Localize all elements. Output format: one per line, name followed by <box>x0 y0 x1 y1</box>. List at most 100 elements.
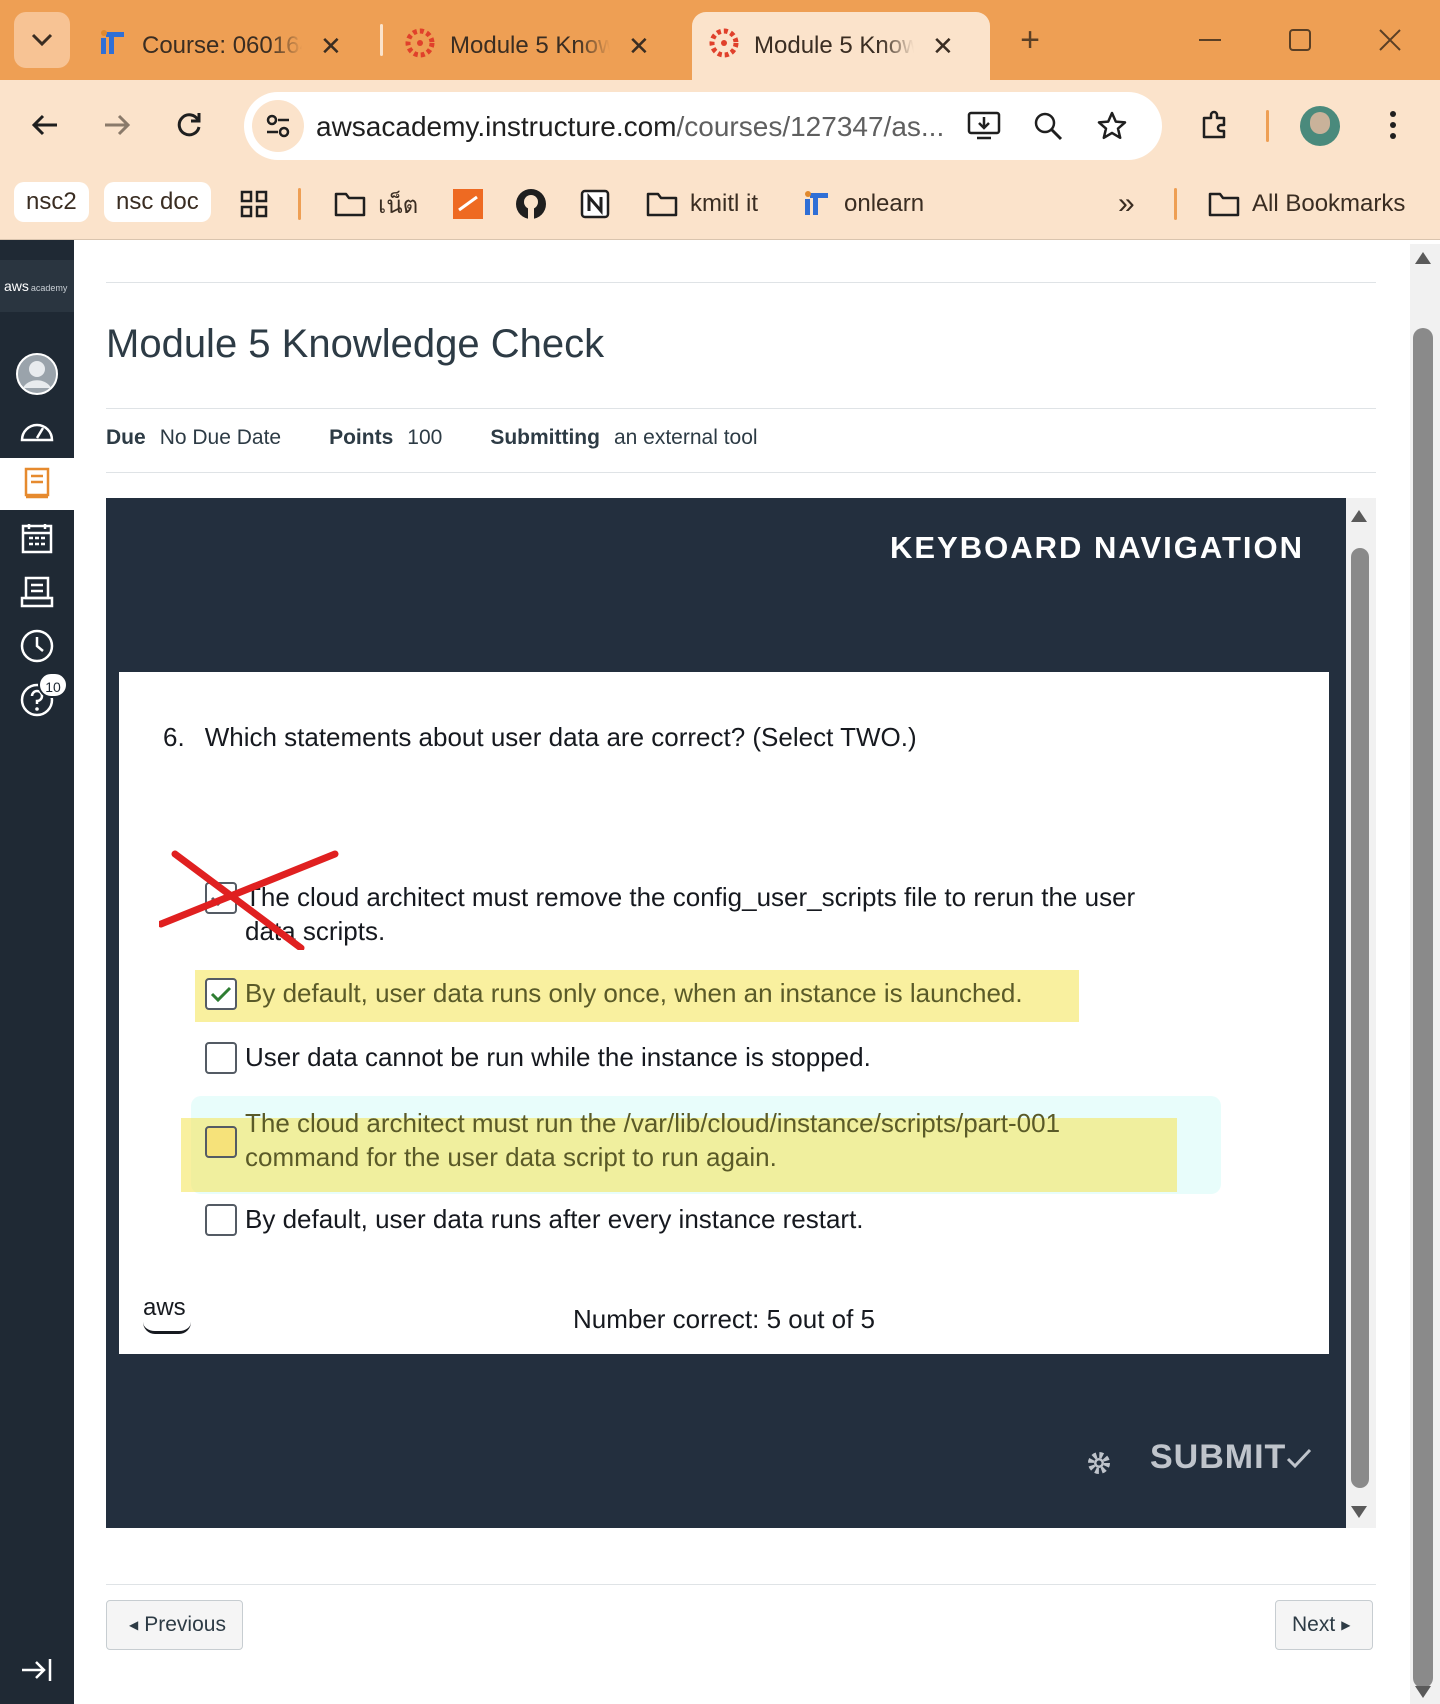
tab-divider <box>380 24 383 56</box>
keyboard-navigation-button[interactable]: KEYBOARD NAVIGATION <box>890 530 1304 566</box>
answer-option[interactable]: By default, user data runs after every i… <box>205 1202 1145 1236</box>
answer-option[interactable]: User data cannot be run while the instan… <box>205 1040 1145 1074</box>
nav-help[interactable]: 10 <box>0 672 74 726</box>
tab-title: Course: 060164 <box>142 32 302 59</box>
book-icon <box>24 467 50 499</box>
bookmark-nsc2[interactable]: nsc2 <box>14 182 89 222</box>
close-window-icon[interactable] <box>1370 20 1410 60</box>
github-icon <box>516 189 546 219</box>
profile-avatar[interactable] <box>1300 106 1340 146</box>
forward-button[interactable] <box>94 102 140 148</box>
close-icon[interactable]: ✕ <box>628 33 650 59</box>
back-button[interactable] <box>22 102 68 148</box>
nav-inbox[interactable] <box>0 566 74 618</box>
puzzle-icon <box>1202 110 1226 139</box>
bookmark-notion[interactable] <box>580 184 610 224</box>
checkbox[interactable] <box>205 1204 237 1236</box>
tab-module5-a[interactable]: Module 5 Know ✕ <box>388 12 678 80</box>
minimize-icon[interactable] <box>1190 20 1230 60</box>
it-logo-icon <box>98 28 128 65</box>
url-host: awsacademy.instructure.com <box>316 111 677 142</box>
collapse-nav-button[interactable] <box>0 1644 74 1696</box>
scroll-up-arrow-icon[interactable] <box>1415 252 1431 264</box>
bookmark-label: kmitl it <box>690 190 758 217</box>
nav-history[interactable] <box>0 620 74 672</box>
new-tab-button[interactable]: + <box>1010 20 1050 60</box>
folder-icon <box>646 192 678 217</box>
points-label: Points <box>329 426 394 449</box>
folder-icon <box>1208 192 1240 217</box>
answer-option[interactable]: By default, user data runs only once, wh… <box>205 976 1145 1010</box>
reload-icon <box>177 113 201 137</box>
question-card: 6. Which statements about user data are c… <box>119 672 1329 1354</box>
bookmark-github[interactable] <box>514 184 548 224</box>
answer-option[interactable]: The cloud architect must remove the conf… <box>205 880 1145 948</box>
bookmark-nsc-doc[interactable]: nsc doc <box>104 182 211 222</box>
points-value: 100 <box>407 426 443 449</box>
folder-icon <box>334 192 366 217</box>
submitting-value: an external tool <box>613 426 758 449</box>
next-button[interactable]: Next ▶ <box>1275 1600 1374 1650</box>
tab-search-button[interactable] <box>14 12 70 68</box>
checkbox[interactable] <box>205 1126 237 1158</box>
scroll-thumb[interactable] <box>1413 328 1433 1688</box>
tab-course[interactable]: Course: 060164 ✕ <box>82 12 372 80</box>
url-text: awsacademy.instructure.com/courses/12734… <box>316 111 956 143</box>
aws-academy-logo[interactable]: aws academy <box>0 260 74 312</box>
bookmark-folder-net[interactable]: เน็ต <box>334 184 418 224</box>
previous-button[interactable]: ◀ Previous <box>106 1600 243 1650</box>
checkbox[interactable] <box>205 978 237 1010</box>
checkbox[interactable] <box>205 1042 237 1074</box>
divider <box>106 282 1376 283</box>
extensions-button[interactable] <box>1192 102 1238 148</box>
site-info-icon[interactable] <box>252 100 304 152</box>
option-text: By default, user data runs only once, wh… <box>245 978 1023 1008</box>
option-text: User data cannot be run while the instan… <box>245 1042 871 1072</box>
scroll-thumb[interactable] <box>1351 548 1369 1488</box>
assignment-details: Due No Due Date Points 100 Submitting an ex… <box>106 426 806 456</box>
nav-account[interactable] <box>0 348 74 400</box>
install-app-icon[interactable] <box>964 106 1004 146</box>
apps-grid-icon[interactable] <box>240 184 268 224</box>
close-icon[interactable]: ✕ <box>320 33 342 59</box>
kebab-menu-icon <box>1390 111 1396 139</box>
canvas-logo-icon <box>404 27 436 66</box>
submit-button[interactable]: SUBMIT <box>1150 1438 1312 1477</box>
previous-label: Previous <box>144 1613 226 1636</box>
bookmark-label: เน็ต <box>378 191 419 219</box>
menu-button[interactable] <box>1370 102 1416 148</box>
close-icon[interactable]: ✕ <box>932 33 954 59</box>
bookmark-reg[interactable] <box>452 184 484 224</box>
external-tool-frame: KEYBOARD NAVIGATION 6. Which statements a… <box>106 498 1376 1528</box>
all-bookmarks[interactable]: All Bookmarks <box>1208 184 1405 224</box>
settings-gear-icon[interactable] <box>1086 1450 1112 1481</box>
due-value: No Due Date <box>159 426 282 449</box>
address-bar[interactable]: awsacademy.instructure.com/courses/12734… <box>244 92 1162 160</box>
check-icon <box>1287 1448 1312 1468</box>
more-bookmarks-button[interactable]: » <box>1118 184 1135 224</box>
reg-logo-icon <box>453 189 483 219</box>
nav-courses[interactable] <box>0 458 74 510</box>
option-text: The cloud architect must run the /var/li… <box>245 1108 1061 1172</box>
answer-option[interactable]: The cloud architect must run the /var/li… <box>205 1106 1145 1174</box>
option-text: The cloud architect must remove the conf… <box>245 882 1136 946</box>
dashboard-icon <box>20 423 54 442</box>
caret-left-icon: ◀ <box>129 1618 139 1632</box>
nav-dashboard[interactable] <box>0 404 74 456</box>
divider <box>106 408 1376 409</box>
arrow-left-icon <box>31 114 57 136</box>
tab-module5-active[interactable]: Module 5 Know ✕ <box>692 12 990 80</box>
star-icon[interactable] <box>1092 106 1132 146</box>
reload-button[interactable] <box>166 102 212 148</box>
scroll-up-arrow-icon[interactable] <box>1351 510 1367 522</box>
tab-strip: Course: 060164 ✕ Module 5 Know ✕ Module … <box>0 0 1440 80</box>
zoom-icon[interactable] <box>1028 106 1068 146</box>
frame-scrollbar[interactable] <box>1346 498 1376 1528</box>
scroll-down-arrow-icon[interactable] <box>1351 1506 1367 1518</box>
maximize-icon[interactable] <box>1280 20 1320 60</box>
page-scrollbar[interactable] <box>1410 244 1440 1704</box>
scroll-down-arrow-icon[interactable] <box>1415 1686 1431 1698</box>
nav-calendar[interactable] <box>0 512 74 564</box>
bookmark-kmitl-it[interactable]: kmitl it <box>646 184 758 224</box>
bookmark-onlearn[interactable]: onlearn <box>802 184 924 224</box>
